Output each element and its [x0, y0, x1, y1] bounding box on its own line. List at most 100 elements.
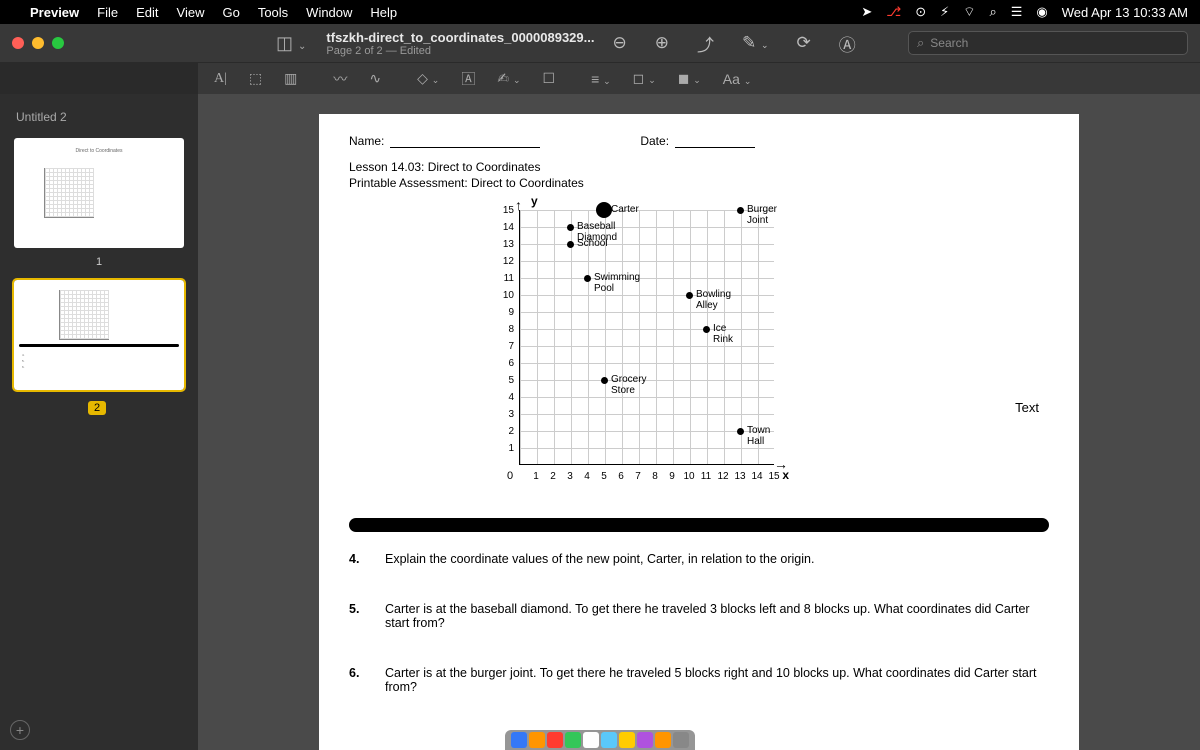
fill-color-tool[interactable]: ◼ ⌄ [674, 68, 705, 89]
add-page-button[interactable]: + [10, 720, 30, 740]
y-tick: 14 [499, 222, 514, 233]
graph-point [567, 241, 574, 248]
document-viewport[interactable]: Name: Date: Lesson 14.03: Direct to Coor… [198, 94, 1200, 750]
question-6: 6. Carter is at the burger joint. To get… [349, 666, 1049, 694]
graph-point-label: School [577, 238, 608, 249]
y-tick: 7 [499, 341, 514, 352]
shapes-tool[interactable]: ◇ ⌄ [413, 68, 443, 89]
draw-tool[interactable]: ∿ [365, 68, 385, 89]
page-thumbnail-1[interactable]: Direct to Coordinates [14, 138, 184, 248]
x-tick: 14 [751, 471, 763, 482]
text-selection-tool[interactable]: A| [210, 69, 231, 89]
x-tick: 5 [598, 471, 610, 482]
dock[interactable] [505, 730, 695, 750]
graph-point [601, 377, 608, 384]
x-tick: 6 [615, 471, 627, 482]
y-tick: 4 [499, 392, 514, 403]
text-annotation[interactable]: Text [1015, 400, 1039, 415]
lesson-subtitle: Printable Assessment: Direct to Coordina… [349, 176, 1049, 190]
sidebar-folder-title[interactable]: Untitled 2 [10, 104, 188, 130]
x-tick: 11 [700, 471, 712, 482]
x-tick: 2 [547, 471, 559, 482]
search-icon: ⌕ [917, 35, 924, 51]
sketch-tool[interactable]: 〰 [329, 67, 351, 91]
thumbnail-sidebar: Untitled 2 Direct to Coordinates 1 4.5.6… [0, 94, 198, 750]
graph-point-label: IceRink [713, 323, 733, 345]
graph-point [703, 326, 710, 333]
battery-icon[interactable]: ⚡︎ [940, 4, 949, 20]
rotate-icon[interactable]: ⟳ [787, 33, 821, 53]
y-tick: 8 [499, 324, 514, 335]
date-label: Date: [640, 134, 669, 148]
markup-toolbar: A| ⬚ ▥ 〰 ∿ ◇ ⌄ 🄰 ✍︎ ⌄ ☐ ≡ ⌄ ◻ ⌄ ◼ ⌄ Aa ⌄ [198, 62, 1200, 94]
x-tick: 8 [649, 471, 661, 482]
x-tick: 3 [564, 471, 576, 482]
y-tick: 6 [499, 358, 514, 369]
menu-tools[interactable]: Tools [258, 5, 288, 20]
sign-tool[interactable]: ✍︎ ⌄ [493, 68, 524, 89]
search-placeholder: Search [930, 36, 968, 50]
datetime[interactable]: Wed Apr 13 10:33 AM [1062, 5, 1188, 20]
wifi-icon[interactable]: ⌔ [963, 4, 975, 20]
location-icon[interactable]: ➤ [861, 4, 872, 20]
note-tool[interactable]: ☐ [539, 68, 560, 89]
menu-go[interactable]: Go [222, 5, 239, 20]
sidebar-toggle-icon[interactable]: ◫ ⌄ [270, 31, 312, 56]
graph-point-label: BowlingAlley [696, 289, 731, 311]
search-input[interactable]: ⌕ Search [908, 31, 1188, 55]
menu-edit[interactable]: Edit [136, 5, 158, 20]
highlight-icon[interactable]: ✎ ⌄ [732, 33, 779, 53]
graph-point [567, 224, 574, 231]
menu-view[interactable]: View [177, 5, 205, 20]
graph-point-label: GroceryStore [611, 374, 647, 396]
preview-window: ◫ ⌄ tfszkh-direct_to_coordinates_0000089… [0, 24, 1200, 750]
keyboard-brightness-icon[interactable]: ⎇ [886, 4, 901, 20]
rect-selection-tool[interactable]: ⬚ [245, 68, 266, 89]
fullscreen-button[interactable] [52, 37, 64, 49]
y-tick: 5 [499, 375, 514, 386]
question-4: 4. Explain the coordinate values of the … [349, 552, 1049, 566]
y-tick: 13 [499, 239, 514, 250]
spotlight-icon[interactable]: ⌕ [989, 4, 996, 20]
x-tick: 7 [632, 471, 644, 482]
page-thumbnail-2[interactable]: 4.5.6. [14, 280, 184, 390]
border-color-tool[interactable]: ◻ ⌄ [629, 68, 660, 89]
page-number-1: 1 [10, 256, 188, 268]
coordinate-graph: y x 0 Text 11223344556677889910101111121… [489, 200, 789, 500]
app-name[interactable]: Preview [30, 5, 79, 20]
screen-mirror-icon[interactable]: ⊙ [915, 4, 926, 20]
zoom-out-icon[interactable]: ⊖ [602, 33, 636, 53]
share-icon[interactable]: ⤴ [687, 31, 724, 56]
x-tick: 1 [530, 471, 542, 482]
titlebar: ◫ ⌄ tfszkh-direct_to_coordinates_0000089… [0, 24, 1200, 62]
menu-file[interactable]: File [97, 5, 118, 20]
document-subtitle: Page 2 of 2 — Edited [326, 45, 594, 57]
y-tick: 15 [499, 205, 514, 216]
graph-point-label: TownHall [747, 425, 770, 447]
siri-icon[interactable]: ◉ [1036, 4, 1047, 20]
line-style-tool[interactable]: ≡ ⌄ [587, 69, 615, 89]
graph-point-label: BurgerJoint [747, 204, 777, 226]
control-center-icon[interactable]: ☰ [1011, 4, 1023, 20]
system-menubar: Preview File Edit View Go Tools Window H… [0, 0, 1200, 24]
menu-help[interactable]: Help [370, 5, 397, 20]
y-tick: 12 [499, 256, 514, 267]
text-tool[interactable]: 🄰 [457, 67, 479, 91]
y-tick: 3 [499, 409, 514, 420]
close-button[interactable] [12, 37, 24, 49]
x-tick: 10 [683, 471, 695, 482]
graph-point [596, 202, 612, 218]
markup-icon[interactable]: Ⓐ [829, 31, 866, 56]
graph-point [737, 428, 744, 435]
y-tick: 2 [499, 426, 514, 437]
x-tick: 4 [581, 471, 593, 482]
y-tick: 10 [499, 290, 514, 301]
text-style-tool[interactable]: Aa ⌄ [719, 69, 756, 89]
y-axis-label: y [531, 194, 538, 208]
minimize-button[interactable] [32, 37, 44, 49]
y-tick: 11 [499, 273, 514, 284]
redact-tool[interactable]: ▥ [280, 68, 301, 89]
document-page: Name: Date: Lesson 14.03: Direct to Coor… [319, 114, 1079, 750]
menu-window[interactable]: Window [306, 5, 352, 20]
zoom-in-icon[interactable]: ⊕ [645, 33, 679, 53]
